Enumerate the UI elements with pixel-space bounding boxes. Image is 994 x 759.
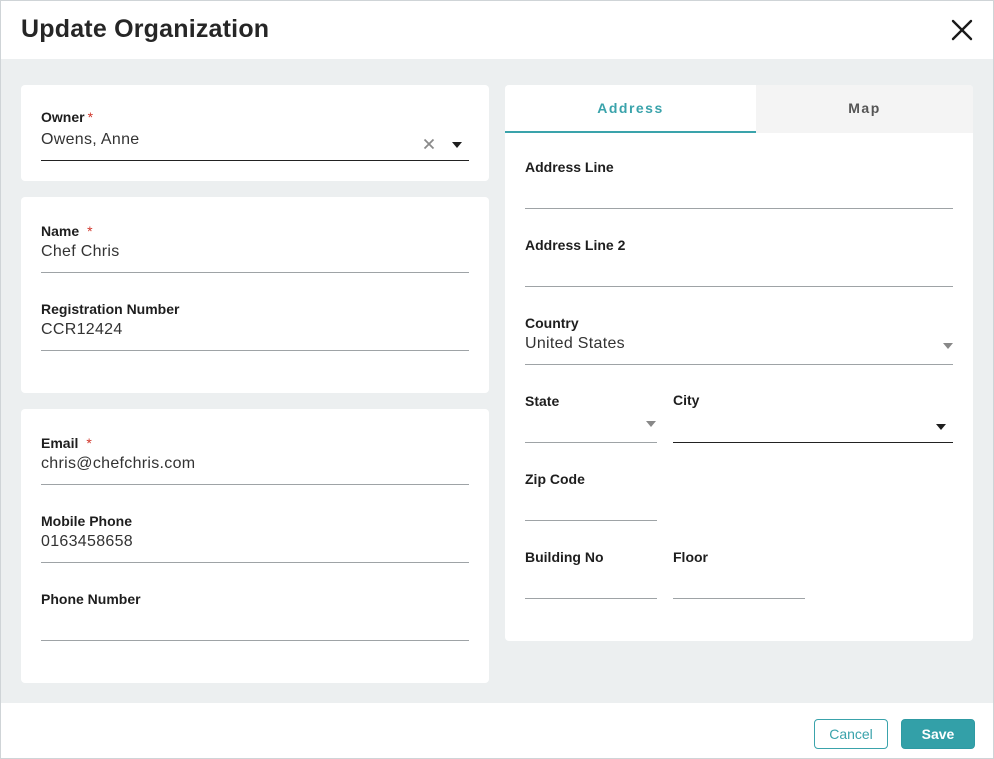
tab-map[interactable]: Map [756, 85, 973, 133]
floor-underline [673, 598, 805, 599]
owner-underline [41, 160, 469, 161]
email-underline [41, 484, 469, 485]
mobile-phone-underline [41, 562, 469, 563]
address-line-label: Address Line [525, 159, 614, 175]
floor-label: Floor [673, 549, 708, 565]
owner-value: Owens, Anne [41, 131, 140, 148]
close-icon[interactable] [949, 17, 975, 43]
chevron-down-icon[interactable] [943, 343, 953, 349]
mobile-phone-label: Mobile Phone [41, 513, 132, 529]
building-no-underline [525, 598, 657, 599]
city-select[interactable]: City [673, 392, 953, 443]
zip-code-label: Zip Code [525, 471, 585, 487]
registration-number-label: Registration Number [41, 301, 180, 317]
email-label-wrap: Email * [41, 435, 92, 451]
dialog-body: Owner * Owens, Anne Name * Chef Chris Re… [1, 59, 993, 703]
owner-select[interactable]: Owner * Owens, Anne [41, 109, 469, 161]
building-no-field[interactable]: Building No [525, 549, 657, 599]
name-label: Name [41, 223, 80, 239]
country-label: Country [525, 315, 579, 331]
email-required-mark: * [86, 435, 92, 451]
address-line-2-label: Address Line 2 [525, 237, 626, 253]
phone-number-underline [41, 640, 469, 641]
email-value: chris@chefchris.com [41, 455, 196, 472]
email-label: Email [41, 435, 79, 451]
dialog-header: Update Organization [1, 1, 993, 59]
country-value: United States [525, 335, 625, 352]
save-button[interactable]: Save [901, 719, 975, 749]
registration-number-underline [41, 350, 469, 351]
state-underline [525, 442, 657, 443]
phone-number-field[interactable]: Phone Number [41, 591, 469, 641]
address-line-2-field[interactable]: Address Line 2 [525, 237, 953, 287]
phone-number-label: Phone Number [41, 591, 141, 607]
name-required-mark: * [87, 223, 93, 239]
chevron-down-icon[interactable] [646, 421, 656, 427]
address-line-2-underline [525, 286, 953, 287]
dialog-footer: Cancel Save [1, 703, 993, 758]
zip-code-field[interactable]: Zip Code [525, 471, 657, 521]
mobile-phone-value: 0163458658 [41, 533, 133, 550]
country-underline [525, 364, 953, 365]
state-label: State [525, 393, 560, 409]
owner-card: Owner * Owens, Anne [21, 85, 489, 181]
tab-address[interactable]: Address [505, 85, 756, 133]
owner-label-wrap: Owner * [41, 109, 93, 125]
registration-number-field[interactable]: Registration Number CCR12424 [41, 301, 469, 351]
building-no-label: Building No [525, 549, 604, 565]
update-organization-dialog: Update Organization Owner* Owens, Anne [0, 0, 994, 759]
name-value: Chef Chris [41, 243, 120, 260]
mobile-phone-field[interactable]: Mobile Phone 0163458658 [41, 513, 469, 563]
floor-field[interactable]: Floor [673, 549, 805, 599]
address-line-field[interactable]: Address Line [525, 159, 953, 209]
dialog-title: Update Organization [21, 15, 270, 43]
cancel-button[interactable]: Cancel [814, 719, 888, 749]
email-field[interactable]: Email * chris@chefchris.com [41, 435, 469, 485]
name-field[interactable]: Name * Chef Chris [41, 223, 469, 273]
city-label: City [673, 392, 700, 408]
owner-required-mark: * [87, 109, 94, 125]
address-card: Address Map Address Line Address Line 2 … [505, 85, 973, 641]
contact-card: Email * chris@chefchris.com Mobile Phone … [21, 409, 489, 683]
zip-code-underline [525, 520, 657, 521]
city-underline [673, 442, 953, 443]
registration-number-value: CCR12424 [41, 321, 123, 338]
state-select[interactable]: State [525, 393, 657, 443]
name-label-wrap: Name * [41, 223, 93, 239]
name-underline [41, 272, 469, 273]
chevron-down-icon[interactable] [936, 424, 946, 430]
country-select[interactable]: Country United States [525, 315, 953, 365]
identity-card: Name * Chef Chris Registration Number CCR… [21, 197, 489, 393]
chevron-down-icon[interactable] [452, 142, 462, 148]
owner-label: Owner [41, 109, 85, 125]
address-line-underline [525, 208, 953, 209]
clear-icon[interactable] [422, 137, 436, 151]
address-tabs: Address Map [505, 85, 973, 133]
